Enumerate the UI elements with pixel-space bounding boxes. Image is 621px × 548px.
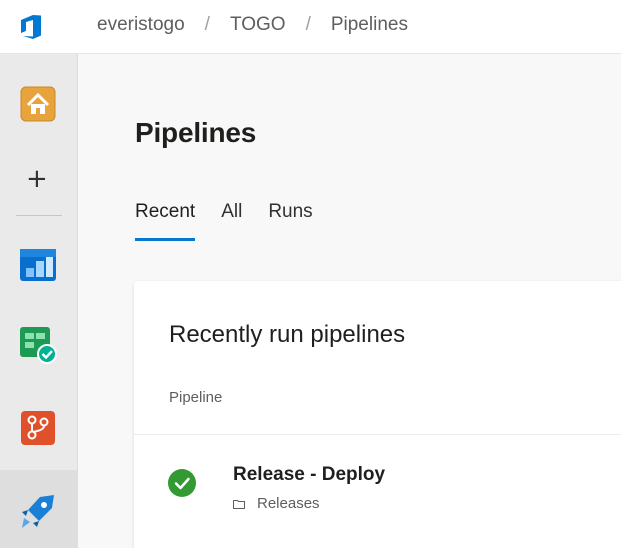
folder-icon	[233, 499, 245, 509]
project-home-icon	[20, 86, 56, 122]
page-title: Pipelines	[135, 117, 257, 148]
rail-item-test-plans[interactable]	[0, 314, 78, 374]
tab-runs[interactable]: Runs	[268, 201, 312, 241]
pipelines-icon	[22, 495, 54, 528]
rail-item-boards[interactable]	[0, 234, 78, 294]
test-plans-icon	[20, 327, 57, 364]
rail-item-pipelines[interactable]	[0, 482, 78, 542]
breadcrumb-page[interactable]: Pipelines	[331, 14, 408, 36]
main-content: Pipelines Recent All Runs Recently run p…	[79, 55, 621, 548]
top-bar: everistogo / TOGO / Pipelines	[0, 0, 621, 54]
column-header-pipeline: Pipeline	[169, 389, 223, 406]
breadcrumb: everistogo / TOGO / Pipelines	[97, 14, 408, 36]
pipeline-row[interactable]: Release - Deploy Releases	[134, 435, 621, 525]
plus-icon[interactable]: +	[26, 166, 48, 192]
breadcrumb-project[interactable]: TOGO	[230, 14, 286, 36]
pipeline-folder-label: Releases	[257, 495, 320, 512]
success-status-icon	[168, 469, 196, 497]
azure-devops-logo-icon[interactable]	[18, 12, 46, 40]
repos-icon	[21, 411, 55, 445]
boards-icon	[20, 249, 56, 281]
pipeline-name[interactable]: Release - Deploy	[233, 464, 385, 486]
recent-pipelines-card: Recently run pipelines Pipeline Release …	[134, 281, 621, 548]
rail-item-project-home[interactable]	[0, 74, 78, 134]
rail-divider	[16, 215, 62, 216]
card-title: Recently run pipelines	[169, 321, 406, 348]
rail-item-repos[interactable]	[0, 398, 78, 458]
breadcrumb-separator: /	[305, 14, 311, 35]
breadcrumb-organization[interactable]: everistogo	[97, 14, 185, 36]
breadcrumb-separator: /	[204, 14, 210, 35]
tab-all[interactable]: All	[221, 201, 242, 241]
left-nav-rail: +	[0, 54, 78, 548]
pipeline-tabs: Recent All Runs	[135, 201, 341, 241]
tab-recent[interactable]: Recent	[135, 201, 196, 241]
pipeline-folder: Releases	[233, 495, 320, 512]
